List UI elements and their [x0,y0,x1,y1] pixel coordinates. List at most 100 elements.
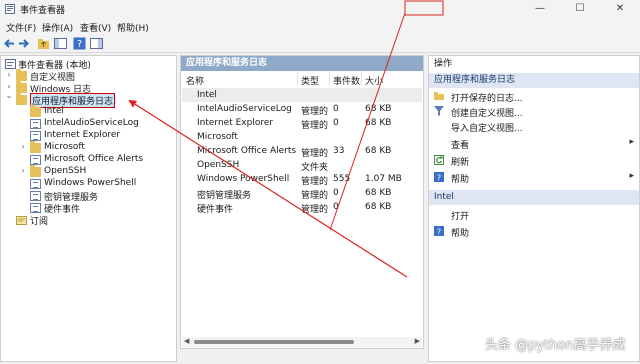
action-create-custom-view[interactable]: 创建自定义视图... [429,104,639,119]
log-icon [30,131,41,141]
chevron-right-icon: ▸ [629,137,634,147]
table-row[interactable]: Microsoft [182,130,422,144]
watermark: 头条 @python高手养成 [485,338,626,353]
action-help[interactable]: ? 帮助 ▸ [429,170,639,185]
scroll-right-icon[interactable]: ▶ [415,337,420,345]
forward-arrow-icon[interactable] [17,37,30,50]
folder-icon [16,81,27,93]
cell-size: 68 KB [365,118,392,128]
actions-pane: 操作 应用程序和服务日志 打开保存的日志... 创建自定义视图... 导入自定义… [428,55,640,362]
help-icon[interactable]: ? [73,37,86,50]
table-row[interactable]: Microsoft Office Alerts 管理的 33 68 KB [182,144,422,159]
table-row[interactable]: 硬件事件 管理的 0 68 KB [182,200,422,215]
tree-item-key-management[interactable]: 密钥管理服务 [1,190,176,203]
column-header-event-count[interactable]: 事件数 [333,74,360,87]
close-button[interactable]: ✕ [600,0,640,18]
chevron-right-icon[interactable]: › [5,70,13,79]
chevron-right-icon[interactable]: › [5,82,13,91]
tree-item-intel-audio[interactable]: IntelAudioServiceLog [1,118,176,130]
action-help-intel[interactable]: ? 帮助 [429,224,639,239]
column-divider[interactable] [361,72,362,85]
log-icon [30,191,41,201]
table-row[interactable]: Internet Explorer 管理的 0 68 KB [182,116,422,131]
action-view[interactable]: 查看 ▸ [429,136,639,151]
cell-count: 33 [333,146,345,156]
action-label: 导入自定义视图... [451,124,523,134]
tree-item-powershell[interactable]: Windows PowerShell [1,178,176,190]
cell-name: IntelAudioServiceLog [197,104,292,114]
table-row[interactable]: OpenSSH 文件夹 [182,158,422,173]
tree-item-label: Intel [44,106,64,116]
maximize-button[interactable]: ☐ [560,0,600,18]
show-hide-action-pane-icon[interactable] [90,37,103,50]
menu-file[interactable]: 文件(F) [6,21,36,34]
tree-item-openssh[interactable]: › OpenSSH [1,165,176,178]
table-row[interactable]: IntelAudioServiceLog 管理的 0 68 KB [182,102,422,117]
folder-icon [30,165,41,177]
tree-item-label: OpenSSH [44,166,87,176]
cell-count: 0 [333,188,339,198]
cell-size: 1.07 MB [365,174,402,184]
tree-item-microsoft[interactable]: › Microsoft [1,141,176,154]
action-import-custom-view[interactable]: 导入自定义视图... [429,119,639,134]
scroll-left-icon[interactable]: ◀ [184,337,189,345]
cell-count: 0 [333,202,339,212]
column-divider[interactable] [297,72,298,85]
event-viewer-icon [5,59,16,69]
folder-icon [30,105,41,117]
tree-item-label: Windows PowerShell [44,178,137,188]
chevron-right-icon[interactable]: › [19,166,27,175]
cell-count: 0 [333,118,339,128]
menu-help[interactable]: 帮助(H) [117,21,149,34]
actions-section-app-logs[interactable]: 应用程序和服务日志 [429,73,639,88]
horizontal-scrollbar[interactable]: ◀ ▶ [182,337,422,347]
log-list-pane: 应用程序和服务日志 名称 类型 事件数 大小 Intel IntelAudioS… [180,55,424,349]
scrollbar-thumb[interactable] [194,340,354,344]
toolbar: ? [0,34,640,53]
cell-name: Internet Explorer [197,118,274,128]
tree-root[interactable]: 事件查看器 (本地) [1,58,176,71]
up-folder-icon[interactable] [37,37,50,50]
cell-size: 68 KB [365,146,392,156]
minimize-button[interactable]: — [520,0,560,18]
column-header-name[interactable]: 名称 [186,74,204,87]
folder-icon [30,141,41,153]
action-label: 刷新 [451,158,470,168]
tree-item-internet-explorer[interactable]: Internet Explorer [1,130,176,142]
table-row[interactable]: 密钥管理服务 管理的 0 68 KB [182,186,422,201]
folder-open-icon [434,92,444,100]
actions-section-intel[interactable]: Intel [429,190,639,205]
svg-text:?: ? [77,39,82,50]
column-divider[interactable] [329,72,330,85]
menu-view[interactable]: 查看(V) [80,21,111,34]
chevron-down-icon[interactable]: ⌄ [5,91,13,100]
tree-item-subscriptions[interactable]: 订阅 [1,214,176,227]
show-hide-tree-icon[interactable] [54,37,67,50]
column-header-type[interactable]: 类型 [301,74,319,87]
tree-item-label: 订阅 [30,217,49,227]
tree-item-custom-views[interactable]: › 自定义视图 [1,69,176,83]
action-refresh[interactable]: 刷新 [429,153,639,168]
log-icon [30,203,41,213]
log-icon [30,179,41,189]
column-header-size[interactable]: 大小 [365,74,383,87]
tree-item-hardware-events[interactable]: 硬件事件 [1,202,176,215]
help-icon: ? [434,172,444,182]
log-icon [30,119,41,129]
tree-item-office-alerts[interactable]: Microsoft Office Alerts [1,154,176,166]
tree-item-app-service-logs[interactable]: ⌄ 应用程序和服务日志 [1,91,176,108]
menu-action[interactable]: 操作(A) [42,21,73,34]
filter-icon [434,106,444,116]
action-open[interactable]: 打开 [429,207,639,222]
tree-pane: 事件查看器 (本地) › 自定义视图 › Windows 日志 ⌄ 应用程序和服… [0,55,177,362]
chevron-right-icon[interactable]: › [19,142,27,151]
cell-size: 68 KB [365,202,392,212]
action-open-saved-log[interactable]: 打开保存的日志... [429,89,639,104]
tree-item-intel[interactable]: Intel [1,105,176,118]
subscriptions-icon [16,216,27,225]
folder-icon [16,93,27,105]
svg-text:?: ? [437,174,441,183]
table-row[interactable]: Intel [182,88,422,102]
back-arrow-icon[interactable] [3,37,16,50]
table-row[interactable]: Windows PowerShell 管理的 555 1.07 MB [182,172,422,187]
